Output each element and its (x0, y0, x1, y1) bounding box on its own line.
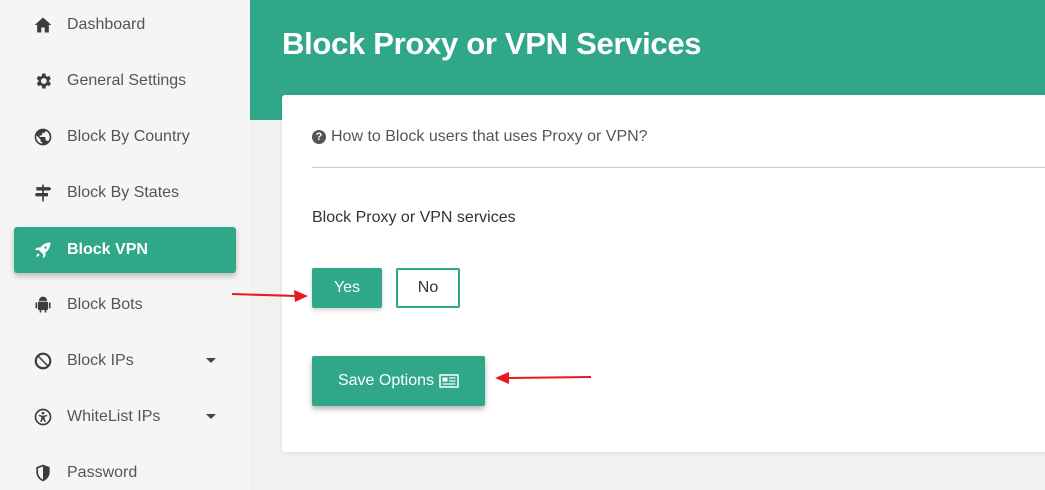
rocket-icon (32, 239, 54, 261)
save-options-button[interactable]: Save Options (312, 356, 485, 406)
globe-icon (32, 126, 54, 148)
shield-icon (32, 462, 54, 484)
settings-card: ? How to Block users that uses Proxy or … (282, 95, 1045, 452)
sidebar-item-password[interactable]: Password (14, 450, 236, 490)
chevron-down-icon[interactable] (206, 358, 216, 363)
sidebar-item-dashboard[interactable]: Dashboard (14, 2, 236, 48)
sidebar-item-label: Block IPs (67, 352, 134, 369)
save-options-label: Save Options (337, 372, 435, 389)
chevron-down-icon[interactable] (206, 414, 216, 419)
android-icon (32, 294, 54, 316)
sidebar-item-label: Block By Country (67, 128, 190, 145)
sidebar-item-label: Block VPN (67, 241, 148, 258)
home-icon (32, 14, 54, 36)
no-button[interactable]: No (396, 268, 460, 308)
sidebar-item-label: WhiteList IPs (67, 408, 161, 425)
sidebar-item-label: Password (67, 464, 138, 481)
sidebar-item-label: Dashboard (67, 16, 146, 33)
sidebar-item-block-by-country[interactable]: Block By Country (14, 114, 236, 160)
ban-icon (32, 350, 54, 372)
question-circle-icon: ? (312, 130, 326, 144)
help-line[interactable]: ? How to Block users that uses Proxy or … (312, 128, 648, 146)
newspaper-icon (439, 374, 459, 388)
sidebar-item-block-ips[interactable]: Block IPs (14, 338, 236, 384)
page-title: Block Proxy or VPN Services (282, 26, 702, 61)
sidebar-item-label: General Settings (67, 72, 187, 89)
accessibility-icon (32, 406, 54, 428)
sidebar-item-whitelist-ips[interactable]: WhiteList IPs (14, 394, 236, 440)
field-label: Block Proxy or VPN services (312, 209, 516, 226)
sidebar-item-block-vpn[interactable]: Block VPN (14, 227, 236, 273)
sidebar-item-label: Block Bots (67, 296, 143, 313)
help-text[interactable]: How to Block users that uses Proxy or VP… (331, 128, 648, 146)
sidebar-item-general-settings[interactable]: General Settings (14, 58, 236, 104)
sidebar-item-block-by-states[interactable]: Block By States (14, 170, 236, 216)
sidebar-item-block-bots[interactable]: Block Bots (14, 282, 236, 328)
yes-button[interactable]: Yes (312, 268, 382, 308)
annotation-arrow-right (231, 290, 308, 302)
sidebar-item-label: Block By States (67, 184, 180, 201)
divider (312, 167, 1045, 168)
signpost-icon (32, 182, 54, 204)
annotation-arrow-left (495, 372, 592, 384)
gear-icon (32, 70, 54, 92)
sidebar: Dashboard General Settings Block By Coun… (0, 0, 250, 490)
